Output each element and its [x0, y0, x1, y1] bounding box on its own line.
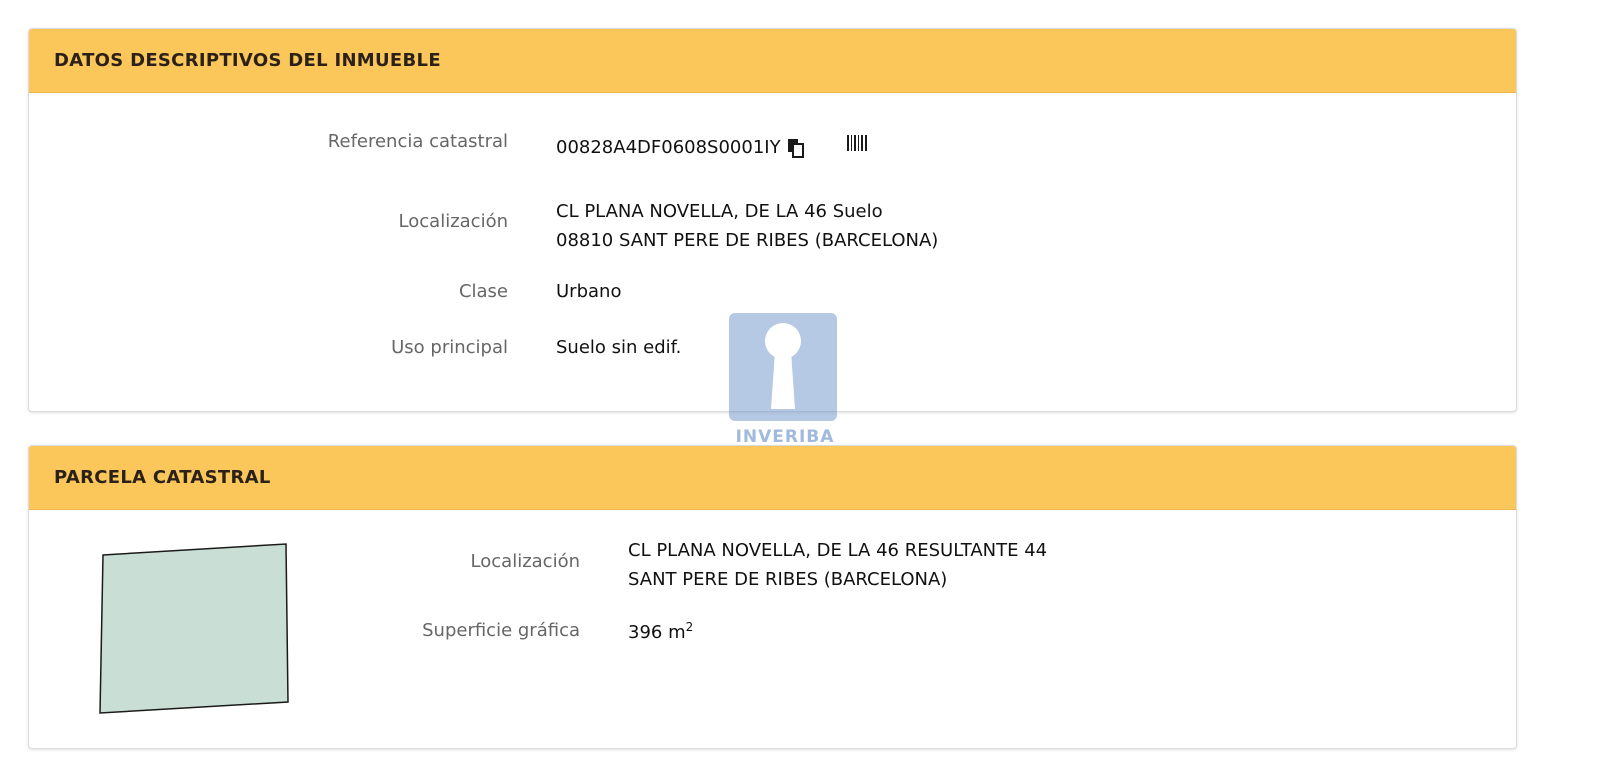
localizacion-label: Localización — [398, 211, 508, 232]
referencia-catastral-label: Referencia catastral — [327, 131, 508, 152]
parcela-localizacion-line-2: SANT PERE DE RIBES (BARCELONA) — [628, 569, 948, 590]
clase-value: Urbano — [556, 281, 622, 302]
superficie-label: Superficie gráfica — [422, 620, 580, 641]
parcela-localizacion-label: Localización — [470, 551, 580, 572]
panel-title: PARCELA CATASTRAL — [29, 446, 1516, 510]
uso-principal-value: Suelo sin edif. — [556, 337, 682, 358]
superficie-number: 396 m — [628, 622, 686, 643]
panel-title: DATOS DESCRIPTIVOS DEL INMUEBLE — [29, 29, 1516, 93]
referencia-catastral-value: 00828A4DF0608S0001IY — [556, 137, 805, 158]
localizacion-line-2: 08810 SANT PERE DE RIBES (BARCELONA) — [556, 230, 939, 251]
parcela-localizacion-line-1: CL PLANA NOVELLA, DE LA 46 RESULTANTE 44 — [628, 540, 1048, 561]
superficie-value: 396 m2 — [628, 620, 693, 643]
localizacion-value: CL PLANA NOVELLA, DE LA 46 Suelo 08810 S… — [556, 197, 938, 255]
barcode-icon[interactable] — [846, 134, 868, 152]
keyhole-icon — [729, 313, 837, 421]
clase-label: Clase — [458, 281, 508, 302]
parcela-localizacion-value: CL PLANA NOVELLA, DE LA 46 RESULTANTE 44… — [628, 536, 1047, 594]
localizacion-line-1: CL PLANA NOVELLA, DE LA 46 Suelo — [556, 201, 883, 222]
superficie-unit-exponent: 2 — [685, 620, 694, 634]
copy-icon[interactable] — [787, 138, 805, 158]
referencia-catastral-text[interactable]: 00828A4DF0608S0001IY — [556, 137, 781, 158]
watermark-logo-text: INVERIBA — [735, 427, 835, 447]
parcel-map-shape[interactable] — [98, 543, 290, 715]
uso-principal-label: Uso principal — [391, 337, 508, 358]
